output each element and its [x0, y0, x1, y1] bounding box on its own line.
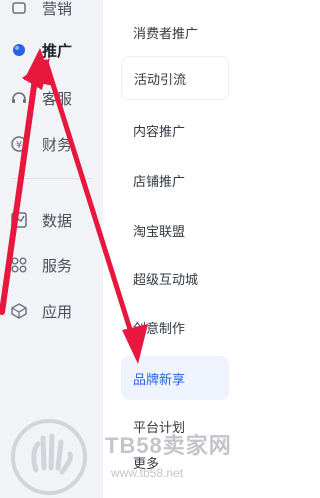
chart-icon [10, 211, 28, 229]
submenu-item-creative-production[interactable]: 创意制作 [121, 305, 229, 349]
sidebar-item-label: 客服 [42, 90, 73, 108]
sidebar-item-data[interactable]: 数据 [0, 200, 103, 240]
submenu-item-label: 品牌新享 [133, 371, 186, 387]
grid-icon [10, 256, 28, 274]
hand-logo-icon [11, 419, 87, 495]
watermark: TB58卖家网 www.tb58.net [10, 418, 251, 498]
sidebar-item-label: 推广 [42, 42, 73, 60]
sidebar-item-label: 营销 [42, 0, 73, 18]
yen-icon: ¥ [10, 135, 28, 153]
submenu-item-brand-new-enjoy[interactable]: 品牌新享 [121, 356, 229, 400]
sidebar-item-label: 财务 [42, 136, 73, 154]
sidebar-item-apps[interactable]: 应用 [0, 291, 103, 331]
submenu-item-label: 内容推广 [133, 123, 186, 139]
promotion-dot-icon [10, 41, 28, 59]
sidebar-divider [12, 178, 92, 179]
submenu-item-consumer-promotion[interactable]: 消费者推广 [121, 10, 229, 54]
submenu-item-label: 创意制作 [133, 320, 186, 336]
submenu-item-content-promotion[interactable]: 内容推广 [121, 108, 229, 152]
marketing-icon [10, 0, 28, 17]
sidebar-item-finance[interactable]: ¥ 财务 [0, 124, 103, 164]
sidebar-item-customer-service[interactable]: 客服 [0, 78, 103, 118]
sidebar-item-label: 数据 [42, 212, 73, 230]
svg-text:¥: ¥ [16, 140, 22, 151]
watermark-url: www.tb58.net [111, 466, 184, 480]
sidebar-item-label: 应用 [42, 303, 73, 321]
submenu-item-activity-traffic[interactable]: 活动引流 [121, 56, 229, 100]
headset-icon [10, 89, 28, 107]
sidebar-item-marketing[interactable]: 营销 [0, 0, 103, 28]
submenu-item-label: 消费者推广 [133, 25, 199, 41]
submenu-item-label: 淘宝联盟 [133, 223, 186, 239]
submenu-item-label: 超级互动城 [133, 271, 199, 287]
submenu-item-store-promotion[interactable]: 店铺推广 [121, 158, 229, 202]
submenu-item-label: 店铺推广 [133, 173, 186, 189]
sidebar-item-promotion[interactable]: 推广 [0, 30, 103, 70]
watermark-brand: TB58卖家网 [105, 433, 232, 458]
sidebar-item-label: 服务 [42, 257, 73, 275]
sidebar-item-services[interactable]: 服务 [0, 245, 103, 285]
submenu-item-label: 活动引流 [134, 71, 187, 87]
submenu-item-super-interactive-city[interactable]: 超级互动城 [121, 256, 229, 300]
cube-icon [10, 302, 28, 320]
submenu-item-taobao-alliance[interactable]: 淘宝联盟 [121, 208, 229, 252]
